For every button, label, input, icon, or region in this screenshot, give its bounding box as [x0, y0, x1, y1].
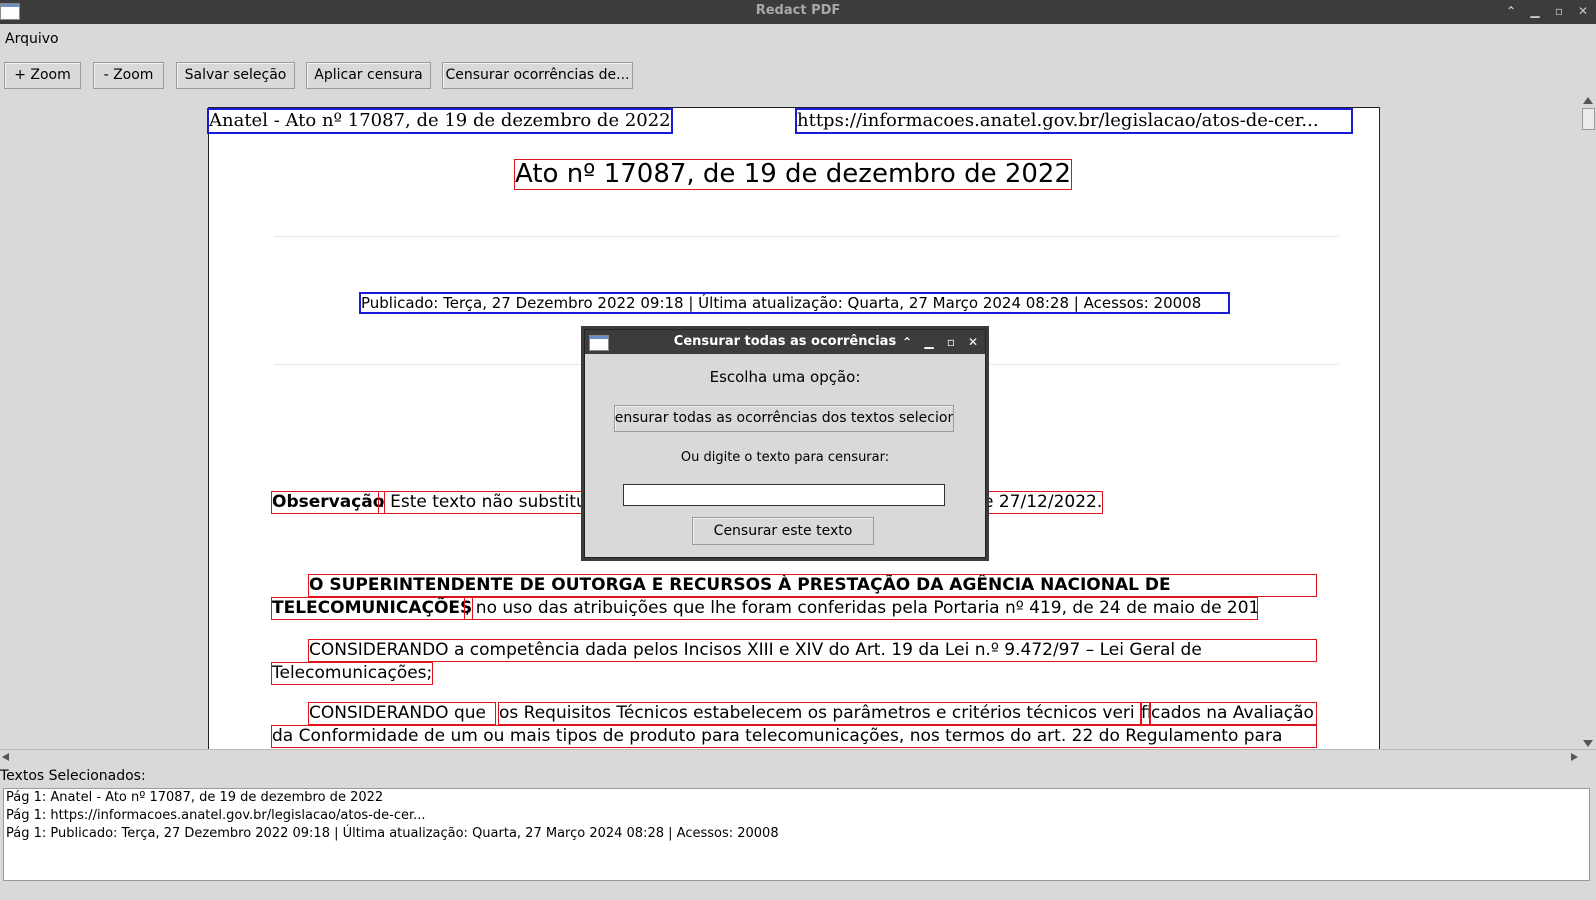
dialog-or-label: Ou digite o texto para censurar:: [680, 450, 890, 465]
shade-icon[interactable]: ⌃: [1504, 0, 1518, 24]
window-titlebar: Redact PDF ⌃ ▁ ▫ ✕: [0, 0, 1596, 24]
vertical-scrollbar[interactable]: [1580, 95, 1596, 749]
document-title[interactable]: Ato nº 17087, de 19 de dezembro de 2022: [514, 159, 1073, 190]
maximize-icon[interactable]: ▫: [945, 330, 957, 354]
paragraph-3-start[interactable]: CONSIDERANDO que: [308, 702, 496, 725]
paragraph-3-ligature[interactable]: fi: [1140, 702, 1150, 725]
horizontal-scrollbar[interactable]: [0, 749, 1596, 765]
censor-this-text-button[interactable]: Censurar este texto: [692, 517, 874, 545]
header-url-text[interactable]: https://informacoes.anatel.gov.br/legisl…: [795, 108, 1353, 134]
menu-file[interactable]: Arquivo: [5, 31, 59, 47]
scroll-down-icon[interactable]: [1583, 740, 1593, 747]
dialog-titlebar: Censurar todas as ocorrências ⌃ ▁ ▫ ✕: [585, 330, 985, 354]
observation-label[interactable]: Observação: [271, 491, 386, 514]
maximize-icon[interactable]: ▫: [1552, 0, 1566, 24]
scroll-up-icon[interactable]: [1583, 97, 1593, 104]
paragraph-2-line1[interactable]: CONSIDERANDO a competência dada pelos In…: [308, 639, 1317, 662]
window-controls: ⌃ ▁ ▫ ✕: [1504, 0, 1590, 24]
menu-bar: Arquivo: [0, 24, 1596, 53]
paragraph-3-line2[interactable]: da Conformidade de um ou mais tipos de p…: [271, 725, 1317, 748]
censor-occurrences-dialog: Censurar todas as ocorrências ⌃ ▁ ▫ ✕ Es…: [584, 329, 986, 558]
paragraph-3-end[interactable]: cados na Avaliação: [1150, 702, 1317, 725]
dialog-title: Censurar todas as ocorrências: [673, 334, 897, 349]
shade-icon[interactable]: ⌃: [901, 330, 913, 354]
paragraph-2-line2[interactable]: Telecomunicações;: [271, 662, 434, 685]
selected-texts-label: Textos Selecionados:: [0, 768, 146, 784]
paragraph-3-mid[interactable]: os Requisitos Técnicos estabelecem os pa…: [498, 702, 1142, 725]
paragraph-1-bold[interactable]: TELECOMUNICAÇÕES: [271, 597, 474, 620]
minimize-icon[interactable]: ▁: [923, 330, 935, 354]
header-left-text[interactable]: Anatel - Ato nº 17087, de 19 de dezembro…: [207, 108, 673, 134]
censor-all-selected-button[interactable]: Censurar todas as ocorrências dos textos…: [614, 405, 954, 432]
redact-occurrences-button[interactable]: Censurar ocorrências de...: [442, 62, 633, 89]
observation-text[interactable]: : Este texto não substitui: [378, 491, 585, 514]
window-title: Redact PDF: [755, 3, 841, 18]
app-window-icon: [0, 3, 20, 20]
published-info[interactable]: Publicado: Terça, 27 Dezembro 2022 09:18…: [359, 292, 1230, 314]
observation-text-end[interactable]: e 27/12/2022.: [982, 491, 1104, 514]
zoom-out-button[interactable]: - Zoom: [93, 62, 164, 89]
minimize-icon[interactable]: ▁: [1528, 0, 1542, 24]
censor-text-input[interactable]: [623, 484, 945, 506]
list-item[interactable]: Pág 1: Publicado: Terça, 27 Dezembro 202…: [4, 825, 1589, 843]
dialog-prompt: Escolha uma opção:: [709, 368, 861, 386]
selected-texts-list[interactable]: Pág 1: Anatel - Ato nº 17087, de 19 de d…: [3, 788, 1590, 881]
save-selection-button[interactable]: Salvar seleção: [176, 62, 295, 89]
list-item[interactable]: Pág 1: Anatel - Ato nº 17087, de 19 de d…: [4, 789, 1589, 807]
paragraph-1-text[interactable]: , no uso das atribuições que lhe foram c…: [464, 597, 1258, 620]
scroll-thumb[interactable]: [1582, 108, 1595, 130]
close-icon[interactable]: ✕: [1576, 0, 1590, 24]
paragraph-1-heading[interactable]: O SUPERINTENDENTE DE OUTORGA E RECURSOS …: [308, 574, 1317, 597]
zoom-in-button[interactable]: + Zoom: [4, 62, 81, 89]
scroll-right-icon[interactable]: [1571, 753, 1578, 761]
list-item[interactable]: Pág 1: https://informacoes.anatel.gov.br…: [4, 807, 1589, 825]
dialog-window-icon: [589, 335, 609, 351]
scroll-left-icon[interactable]: [2, 753, 9, 761]
apply-redaction-button[interactable]: Aplicar censura: [306, 62, 431, 89]
divider: [274, 236, 1339, 237]
dialog-controls: ⌃ ▁ ▫ ✕: [901, 330, 979, 354]
close-icon[interactable]: ✕: [967, 330, 979, 354]
